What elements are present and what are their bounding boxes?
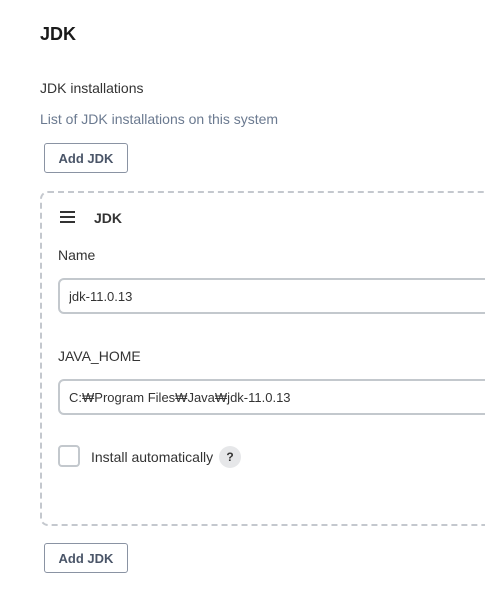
jdk-installations-label: JDK installations [40,80,144,96]
jdk-config-page: JDK JDK installations List of JDK instal… [0,0,485,598]
name-label: Name [58,247,96,263]
section-title: JDK [40,24,77,44]
add-jdk-button-bottom[interactable]: Add JDK [44,543,128,573]
help-icon[interactable]: ? [219,446,241,468]
install-automatically-label[interactable]: Install automatically [91,449,213,465]
name-input[interactable] [58,278,485,314]
java-home-label: JAVA_HOME [58,348,141,364]
java-home-input[interactable] [58,379,485,415]
install-automatically-checkbox[interactable] [58,445,80,467]
jdk-installations-description: List of JDK installations on this system [40,111,279,127]
jdk-item-header: JDK [94,210,123,226]
add-jdk-button-top[interactable]: Add JDK [44,143,128,173]
hamburger-icon[interactable] [60,211,75,223]
